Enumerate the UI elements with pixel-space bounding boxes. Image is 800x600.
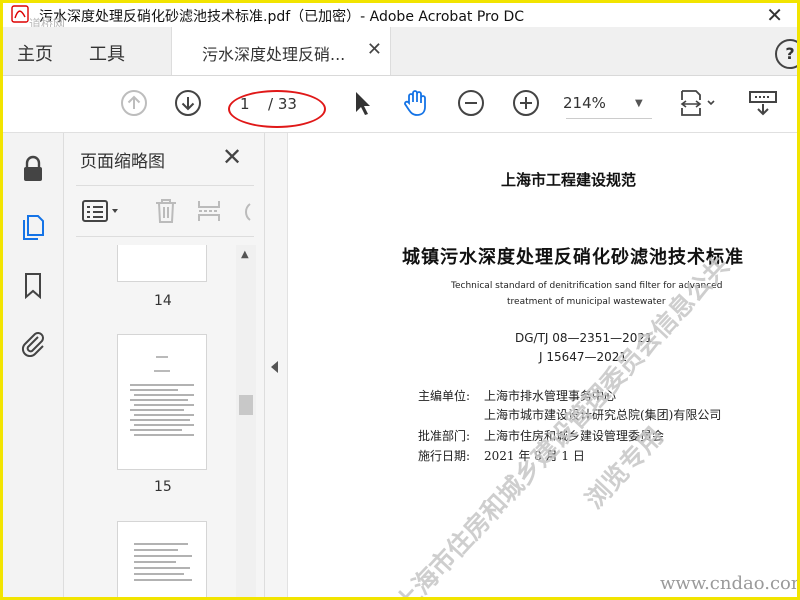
zoom-level-select[interactable]: 214% <box>563 94 633 112</box>
document-view[interactable]: 上海市工程建设规范 城镇污水深度处理反硝化砂滤池技术标准 Technical s… <box>288 133 797 597</box>
zoom-in-icon[interactable] <box>511 88 541 118</box>
read-mode-icon[interactable] <box>747 88 779 118</box>
tab-tools[interactable]: 工具 <box>89 40 125 66</box>
thumbnail-label-15: 15 <box>154 479 172 495</box>
page-15-preview <box>130 356 194 436</box>
title-bar: 污水深度处理反硝化砂滤池技术标准.pdf（已加密）- Adobe Acrobat… <box>3 3 797 27</box>
window-close-icon[interactable]: ✕ <box>766 3 783 27</box>
extract-pages-icon[interactable] <box>196 198 222 224</box>
panel-close-icon[interactable]: ✕ <box>222 143 242 171</box>
window-title: 污水深度处理反硝化砂滤池技术标准.pdf（已加密）- Adobe Acrobat… <box>39 9 525 25</box>
doc-editor-label: 主编单位: <box>418 389 471 403</box>
attachment-icon[interactable] <box>19 329 47 357</box>
lock-icon[interactable] <box>19 155 47 183</box>
tab-home[interactable]: 主页 <box>17 40 53 66</box>
panel-collapse-strip[interactable] <box>265 133 288 597</box>
zoom-underline <box>566 118 652 119</box>
thumbnails-panel: 页面缩略图 ✕ 14 15 ▲ <box>64 133 265 597</box>
doc-effective-label: 施行日期: <box>418 449 471 463</box>
scroll-up-icon[interactable]: ▲ <box>241 249 249 260</box>
tab-bar: 主页 工具 污水深度处理反硝... ✕ ? <box>3 27 797 76</box>
thumbnail-label-14: 14 <box>154 293 172 309</box>
hand-tool-icon[interactable] <box>401 88 431 118</box>
trash-icon[interactable] <box>154 198 178 224</box>
bookmark-icon[interactable] <box>19 271 47 299</box>
collapse-arrow-icon[interactable] <box>271 361 278 373</box>
main-toolbar: 1 / 33 214% ▼ <box>3 76 797 133</box>
doc-english-title-2: treatment of municipal wastewater <box>507 297 666 307</box>
tab-document-label: 污水深度处理反硝... <box>202 45 346 64</box>
scrollbar-thumb[interactable] <box>239 395 253 415</box>
chevron-down-icon[interactable]: ▼ <box>635 98 643 109</box>
help-button[interactable]: ? <box>775 39 797 69</box>
doc-approver-label: 批准部门: <box>418 429 471 443</box>
tab-document[interactable]: 污水深度处理反硝... ✕ <box>171 27 391 75</box>
thumbnail-toolbar <box>76 185 254 237</box>
page-thumbnails-icon[interactable] <box>19 213 47 241</box>
app-window: 污水深度处理反硝化砂滤池技术标准.pdf（已加密）- Adobe Acrobat… <box>0 0 800 600</box>
doc-series-title: 上海市工程建设规范 <box>501 171 637 189</box>
previous-page-icon[interactable] <box>119 88 149 118</box>
zoom-out-icon[interactable] <box>456 88 486 118</box>
next-page-icon[interactable] <box>173 88 203 118</box>
thumbnail-options-icon[interactable] <box>82 200 122 222</box>
footer-site-watermark: www.cndao.com <box>660 573 800 594</box>
select-cursor-icon[interactable] <box>347 88 377 118</box>
thumbnail-page-15[interactable] <box>117 334 207 470</box>
thumbnail-page-16[interactable] <box>117 521 207 597</box>
left-navigation-rail <box>3 133 64 597</box>
annotation-oval <box>228 90 326 128</box>
acrobat-icon <box>11 5 29 23</box>
rotate-icon[interactable] <box>236 198 254 224</box>
tab-close-icon[interactable]: ✕ <box>367 39 382 60</box>
thumbnail-page-14[interactable] <box>117 245 207 282</box>
page-fit-icon[interactable] <box>678 88 718 118</box>
thumbnails-scrollbar[interactable]: ▲ <box>236 245 256 597</box>
panel-title: 页面缩略图 <box>80 152 165 172</box>
page-16-preview <box>134 543 192 581</box>
